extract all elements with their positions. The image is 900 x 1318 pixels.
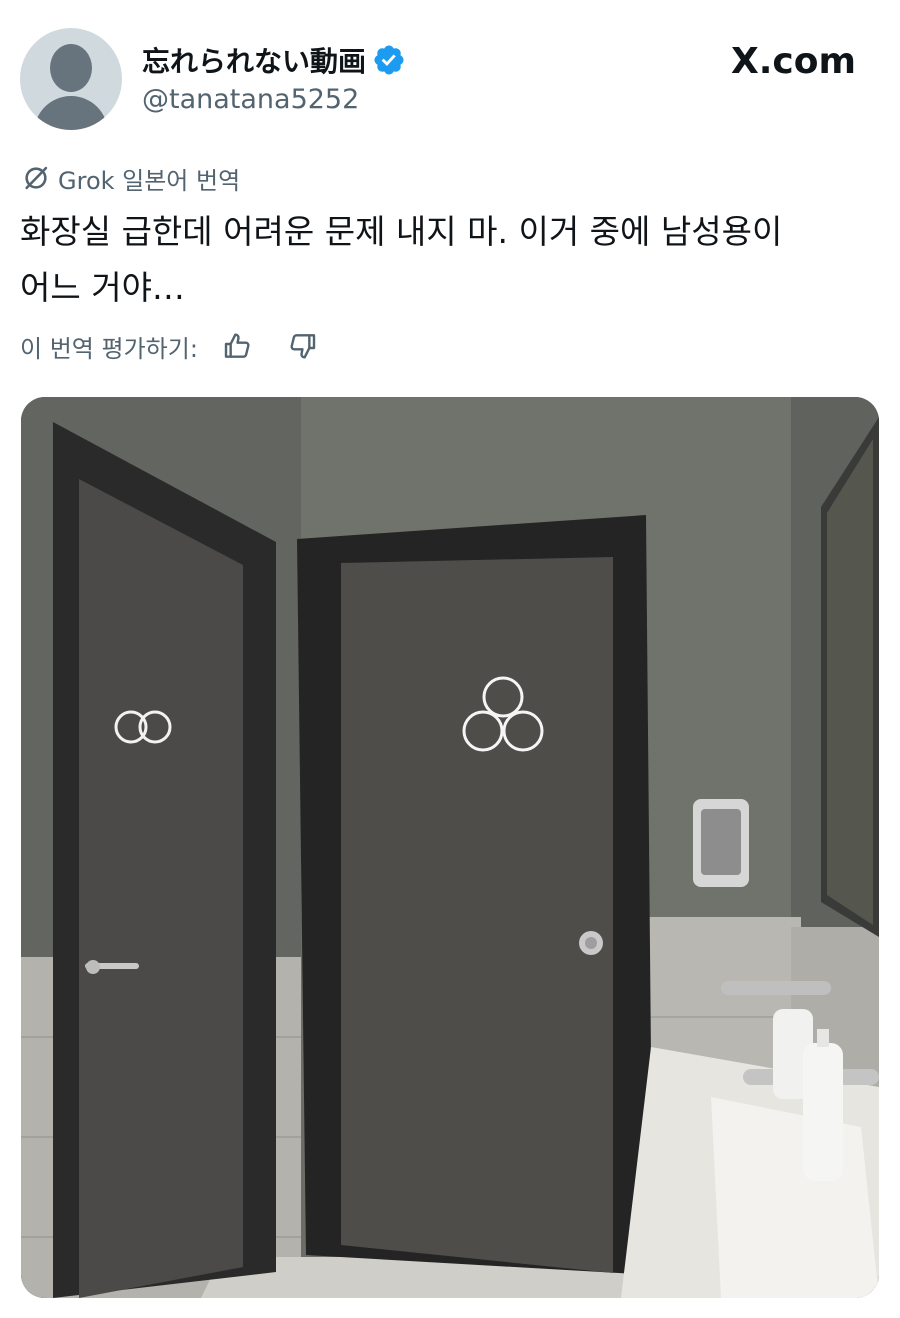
tweet-text: 화장실 급한데 어려운 문제 내지 마. 이거 중에 남성용이 어느 거야… bbox=[20, 204, 880, 316]
x-brand-text: X.com bbox=[730, 40, 856, 82]
avatar-body-shape bbox=[34, 96, 108, 130]
grok-translation-text: Grok 일본어 번역 bbox=[58, 166, 241, 195]
thumbs-down-icon bbox=[290, 334, 316, 359]
author-handle[interactable]: @tanatana5252 bbox=[142, 84, 359, 115]
grok-icon bbox=[25, 166, 48, 190]
x-brand: X.com bbox=[731, 36, 856, 86]
tweet-line-2: 어느 거야… bbox=[20, 268, 185, 307]
grok-translation-label: Grok 일본어 번역 bbox=[22, 160, 240, 196]
author-display-name[interactable]: 忘れられない動画 bbox=[142, 40, 366, 80]
restroom-photo-illustration bbox=[21, 397, 879, 1298]
thumbs-down-button[interactable] bbox=[284, 328, 320, 364]
thumbs-up-icon bbox=[224, 333, 250, 358]
thumbs-up-button[interactable] bbox=[220, 328, 256, 364]
avatar-head-shape bbox=[50, 44, 92, 92]
rate-translation-label: 이 번역 평가하기: bbox=[20, 334, 198, 363]
author-name-row: 忘れられない動画 bbox=[142, 38, 406, 82]
avatar[interactable] bbox=[20, 28, 122, 130]
tweet-line-1: 화장실 급한데 어려운 문제 내지 마. 이거 중에 남성용이 bbox=[20, 212, 783, 251]
tweet-photo[interactable] bbox=[21, 397, 879, 1298]
rate-translation-row: 이 번역 평가하기: bbox=[20, 326, 320, 366]
verified-badge-icon bbox=[374, 45, 404, 75]
